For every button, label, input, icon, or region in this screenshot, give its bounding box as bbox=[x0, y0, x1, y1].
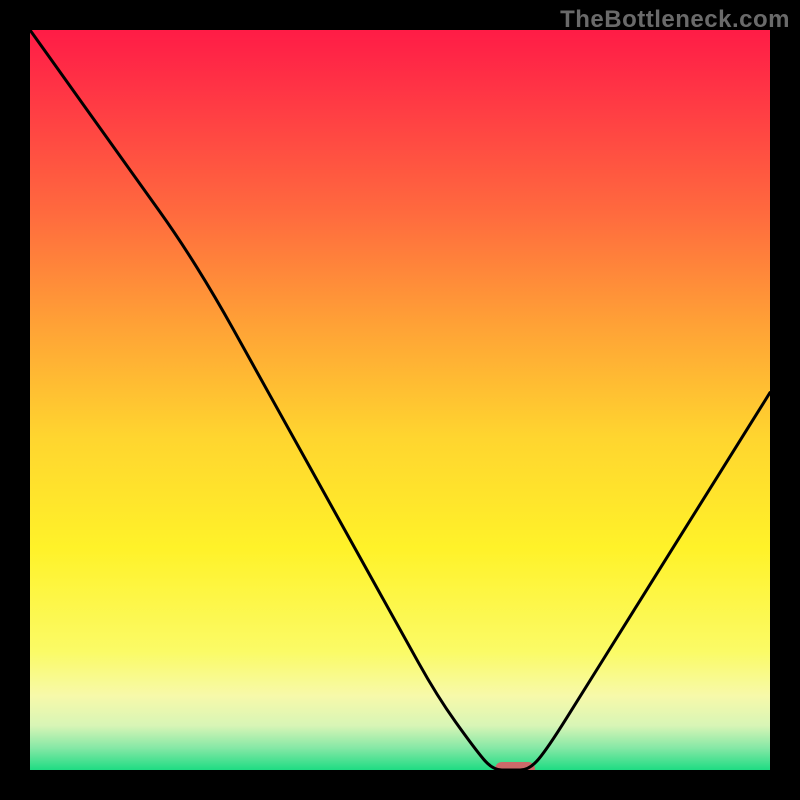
curve-path bbox=[30, 30, 770, 770]
watermark-text: TheBottleneck.com bbox=[560, 6, 790, 34]
bottleneck-curve bbox=[30, 30, 770, 770]
chart-frame: TheBottleneck.com bbox=[0, 0, 800, 800]
plot-area bbox=[30, 30, 770, 770]
